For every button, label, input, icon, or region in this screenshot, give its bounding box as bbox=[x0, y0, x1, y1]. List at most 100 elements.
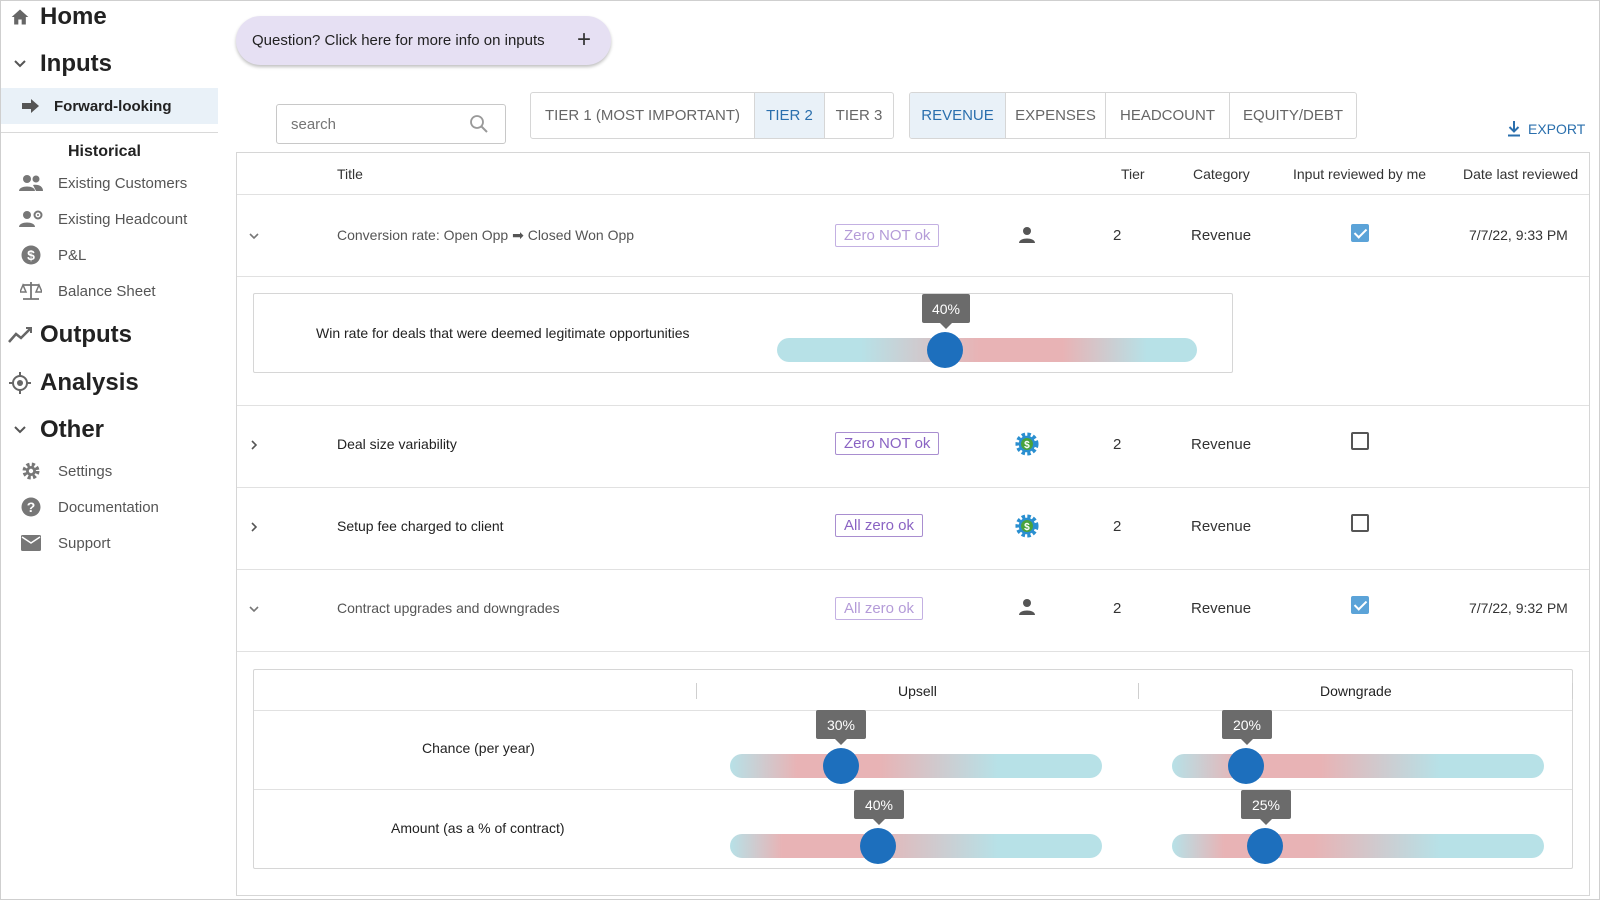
nav-home[interactable]: Home bbox=[6, 0, 107, 34]
sidebar-item-support[interactable]: Support bbox=[18, 528, 111, 558]
envelope-icon bbox=[18, 530, 44, 556]
slider-thumb[interactable] bbox=[860, 828, 896, 864]
tab-expenses[interactable]: EXPENSES bbox=[1006, 93, 1106, 138]
chevron-down-icon[interactable] bbox=[245, 227, 263, 245]
header-reviewed: Input reviewed by me bbox=[1293, 166, 1427, 182]
row-title: Contract upgrades and downgrades bbox=[337, 600, 560, 616]
export-button[interactable]: EXPORT bbox=[1508, 121, 1585, 137]
chevron-down-icon bbox=[6, 50, 34, 78]
nav-analysis-label: Analysis bbox=[40, 369, 139, 396]
slider-value-tooltip: 30% bbox=[816, 710, 866, 745]
tab-tier-3[interactable]: TIER 3 bbox=[825, 93, 893, 138]
slider-value-tooltip: 40% bbox=[854, 790, 904, 825]
status-badge: All zero ok bbox=[835, 597, 924, 620]
win-rate-panel: Win rate for deals that were deemed legi… bbox=[253, 293, 1233, 373]
sidebar-item-label: Settings bbox=[58, 462, 113, 480]
slider-thumb[interactable] bbox=[1228, 748, 1264, 784]
search-box bbox=[276, 104, 506, 144]
nav-other-label: Other bbox=[40, 416, 105, 443]
app-root: Home Inputs Forward-looking Historical E… bbox=[0, 0, 1600, 900]
nav-outputs[interactable]: Outputs bbox=[6, 318, 132, 352]
column-separator bbox=[1572, 683, 1573, 699]
tab-headcount[interactable]: HEADCOUNT bbox=[1106, 93, 1230, 138]
panel-divider bbox=[254, 789, 1572, 790]
people-icon bbox=[18, 170, 44, 196]
row-title: Conversion rate: Open Opp ➡ Closed Won O… bbox=[337, 227, 635, 243]
sidebar-item-label: Existing Customers bbox=[58, 174, 188, 192]
reviewed-checkbox[interactable] bbox=[1351, 432, 1369, 450]
dollar-gear-icon: $ bbox=[1015, 432, 1039, 456]
nav-other[interactable]: Other bbox=[6, 413, 104, 447]
tab-revenue[interactable]: REVENUE bbox=[910, 93, 1006, 138]
amount-label: Amount (as a % of contract) bbox=[391, 820, 565, 836]
headcount-gear-icon bbox=[18, 206, 44, 232]
nav-forward-looking[interactable]: Forward-looking bbox=[0, 88, 218, 124]
help-circle-icon: ? bbox=[18, 494, 44, 520]
column-separator bbox=[696, 683, 697, 699]
table-row[interactable]: Conversion rate: Open Opp ➡ Closed Won O… bbox=[237, 195, 1589, 277]
sidebar-item-balance-sheet[interactable]: Balance Sheet bbox=[18, 276, 156, 306]
slider-thumb[interactable] bbox=[1247, 828, 1283, 864]
nav-outputs-label: Outputs bbox=[40, 321, 132, 348]
sidebar-divider bbox=[0, 132, 218, 133]
slider-value-tooltip: 25% bbox=[1241, 790, 1291, 825]
search-icon[interactable] bbox=[469, 114, 489, 139]
contract-panel: Upsell Downgrade Chance (per year) 30% 2… bbox=[253, 669, 1573, 869]
chevron-right-icon[interactable] bbox=[245, 518, 263, 536]
tab-equity-debt[interactable]: EQUITY/DEBT bbox=[1230, 93, 1356, 138]
tab-tier-2[interactable]: TIER 2 bbox=[755, 93, 825, 138]
sidebar-item-documentation[interactable]: ? Documentation bbox=[18, 492, 159, 522]
reviewed-checkbox[interactable] bbox=[1351, 224, 1369, 242]
chance-label: Chance (per year) bbox=[422, 740, 535, 756]
balance-scale-icon bbox=[18, 278, 44, 304]
sidebar-item-label: Existing Headcount bbox=[58, 210, 188, 228]
tier-cell: 2 bbox=[1113, 600, 1122, 617]
upsell-amount-slider[interactable] bbox=[730, 834, 1102, 858]
column-header-upsell: Upsell bbox=[898, 683, 937, 699]
sidebar-item-settings[interactable]: Settings bbox=[18, 456, 112, 486]
nav-inputs-label: Inputs bbox=[40, 50, 112, 77]
download-icon bbox=[1508, 121, 1520, 137]
question-info-button[interactable]: Question? Click here for more info on in… bbox=[236, 16, 611, 65]
reviewed-checkbox[interactable] bbox=[1351, 514, 1369, 532]
slider-value-tooltip: 20% bbox=[1222, 710, 1272, 745]
column-header-downgrade: Downgrade bbox=[1320, 683, 1392, 699]
tab-tier-1[interactable]: TIER 1 (MOST IMPORTANT) bbox=[531, 93, 755, 138]
chevron-down-icon[interactable] bbox=[245, 600, 263, 618]
tier-cell: 2 bbox=[1113, 436, 1122, 453]
inputs-table: Title Tier Category Input reviewed by me… bbox=[236, 152, 1590, 896]
sidebar-item-label: P&L bbox=[58, 246, 87, 264]
question-label: Question? Click here for more info on in… bbox=[252, 32, 545, 49]
slider-thumb[interactable] bbox=[927, 332, 963, 368]
slider-thumb[interactable] bbox=[823, 748, 859, 784]
downgrade-amount-slider[interactable] bbox=[1172, 834, 1544, 858]
dollar-circle-icon: $ bbox=[18, 242, 44, 268]
person-icon bbox=[1015, 595, 1039, 619]
nav-analysis[interactable]: Analysis bbox=[6, 366, 139, 400]
header-tier: Tier bbox=[1121, 166, 1145, 182]
reviewed-checkbox[interactable] bbox=[1351, 596, 1369, 614]
export-label: EXPORT bbox=[1528, 121, 1586, 137]
search-input[interactable] bbox=[277, 115, 457, 133]
date-cell: 7/7/22, 9:33 PM bbox=[1469, 227, 1568, 243]
category-cell: Revenue bbox=[1191, 227, 1252, 244]
chevron-right-icon[interactable] bbox=[245, 436, 263, 454]
sidebar-item-pnl[interactable]: $ P&L bbox=[18, 240, 86, 270]
sidebar-item-existing-headcount[interactable]: Existing Headcount bbox=[18, 204, 187, 234]
trend-line-icon bbox=[6, 321, 34, 349]
nav-home-label: Home bbox=[40, 3, 107, 30]
plus-icon: + bbox=[576, 26, 591, 53]
header-category: Category bbox=[1193, 166, 1250, 182]
sidebar-item-label: Balance Sheet bbox=[58, 282, 156, 300]
win-rate-label: Win rate for deals that were deemed legi… bbox=[316, 325, 690, 341]
category-tabs: REVENUE EXPENSES HEADCOUNT EQUITY/DEBT bbox=[909, 92, 1357, 139]
table-row[interactable]: Contract upgrades and downgrades All zer… bbox=[237, 570, 1589, 652]
win-rate-slider[interactable] bbox=[777, 338, 1197, 362]
svg-text:?: ? bbox=[27, 499, 36, 515]
table-row[interactable]: Deal size variability Zero NOT ok $ 2 Re… bbox=[237, 406, 1589, 488]
upsell-chance-slider[interactable] bbox=[730, 754, 1102, 778]
table-row[interactable]: Setup fee charged to client All zero ok … bbox=[237, 488, 1589, 570]
sidebar-item-existing-customers[interactable]: Existing Customers bbox=[18, 168, 187, 198]
target-icon bbox=[6, 369, 34, 397]
nav-inputs[interactable]: Inputs bbox=[6, 47, 112, 81]
